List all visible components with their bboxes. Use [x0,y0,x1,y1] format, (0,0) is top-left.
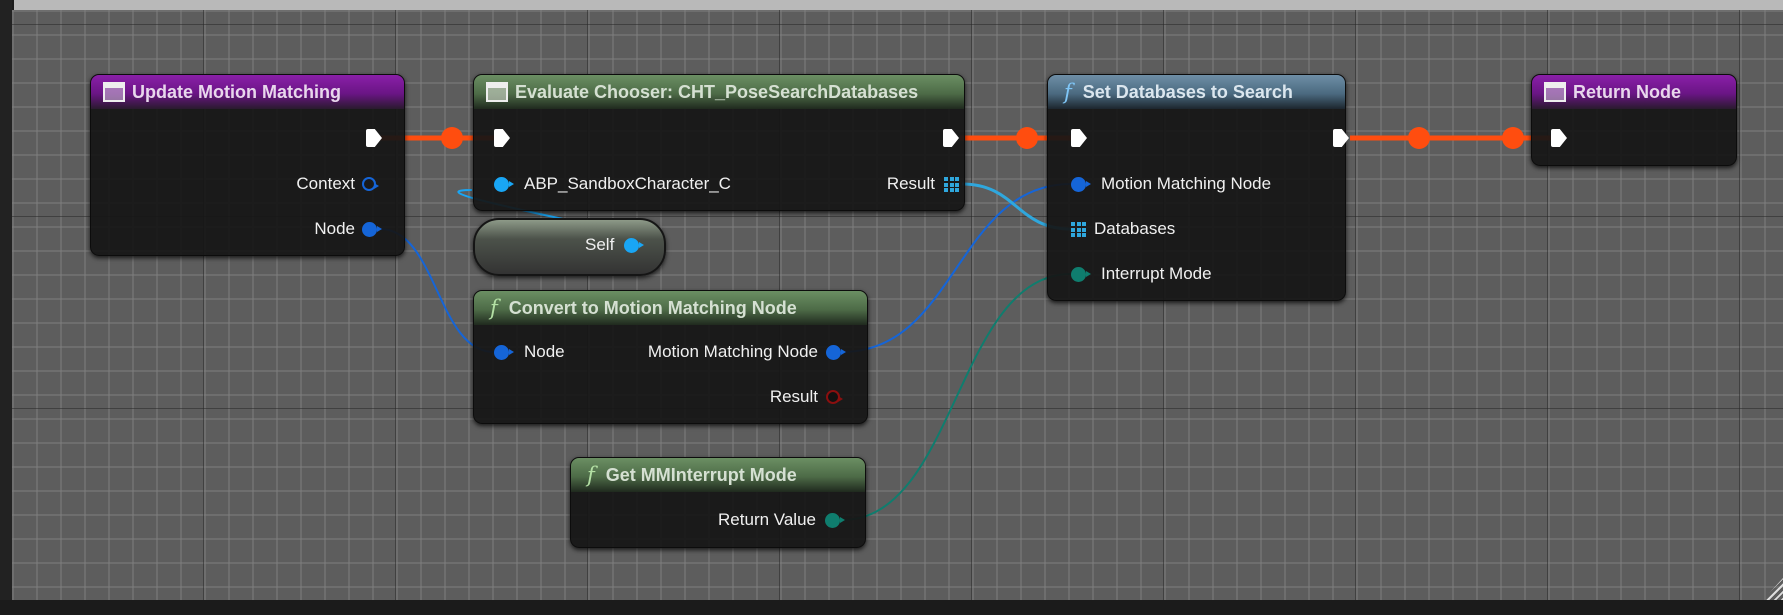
function-icon: f [490,296,498,320]
bottom-panel-edge [0,600,1783,615]
node-title: Convert to Motion Matching Node [508,297,797,318]
function-icon: f [1064,80,1072,104]
event-icon [486,82,508,102]
left-panel-edge [0,0,12,615]
node-update-motion-matching[interactable]: Update Motion Matching [90,74,405,256]
pin-label-motion-matching-node: Motion Matching Node [1101,174,1272,193]
pin-label-context-object: ABP_SandboxCharacter_C [524,174,731,193]
node-title: Get MMInterrupt Mode [605,464,797,485]
bool-result-pin[interactable] [826,390,843,404]
node-title: Update Motion Matching [132,81,341,102]
pin-label-result: Result [886,174,935,193]
node-title: Evaluate Chooser: CHT_PoseSearchDatabase… [515,81,919,102]
exec-reroute-knot[interactable] [1502,127,1524,149]
node-get-mm-interrupt-mode[interactable]: f Get MMInterrupt Mode [570,457,866,548]
motion-matching-node-out-pin[interactable] [826,345,846,360]
function-icon: f [587,463,595,487]
self-out-pin[interactable] [624,238,644,253]
exec-reroute-knot[interactable] [1408,127,1430,149]
pin-label-context: Context [296,174,355,193]
array-result-pin[interactable] [944,177,959,192]
context-object-pin[interactable] [494,177,514,192]
pin-label-motion-matching-node: Motion Matching Node [647,342,818,361]
pin-label-return-value: Return Value [718,510,816,529]
interrupt-mode-pin[interactable] [1071,267,1091,282]
node-title: Return Node [1573,81,1681,102]
pin-label-node: Node [524,342,565,361]
pin-label-node: Node [314,219,355,238]
node-header: Update Motion Matching [91,75,404,109]
event-icon [103,82,125,102]
pin-label-result: Result [769,387,818,406]
motion-matching-node-in-pin[interactable] [1071,177,1091,192]
node-header: f Convert to Motion Matching Node [474,291,867,325]
context-pin[interactable] [362,177,379,191]
return-value-pin[interactable] [825,513,845,528]
databases-array-pin[interactable] [1071,222,1086,237]
top-toolbar-strip [14,0,1783,10]
node-header: Evaluate Chooser: CHT_PoseSearchDatabase… [474,75,964,109]
node-header: f Get MMInterrupt Mode [571,458,865,492]
node-title: Set Databases to Search [1082,81,1293,102]
event-icon [1544,82,1566,102]
node-return[interactable]: Return Node [1531,74,1737,166]
exec-reroute-knot[interactable] [1016,127,1038,149]
node-header: f Set Databases to Search [1048,75,1345,109]
node-out-pin[interactable] [362,222,382,237]
node-header: Return Node [1532,75,1736,109]
pin-label-databases: Databases [1094,219,1176,238]
node-in-pin[interactable] [494,345,514,360]
self-label: Self [585,235,615,254]
pin-label-interrupt-mode: Interrupt Mode [1101,264,1212,283]
exec-reroute-knot[interactable] [441,127,463,149]
